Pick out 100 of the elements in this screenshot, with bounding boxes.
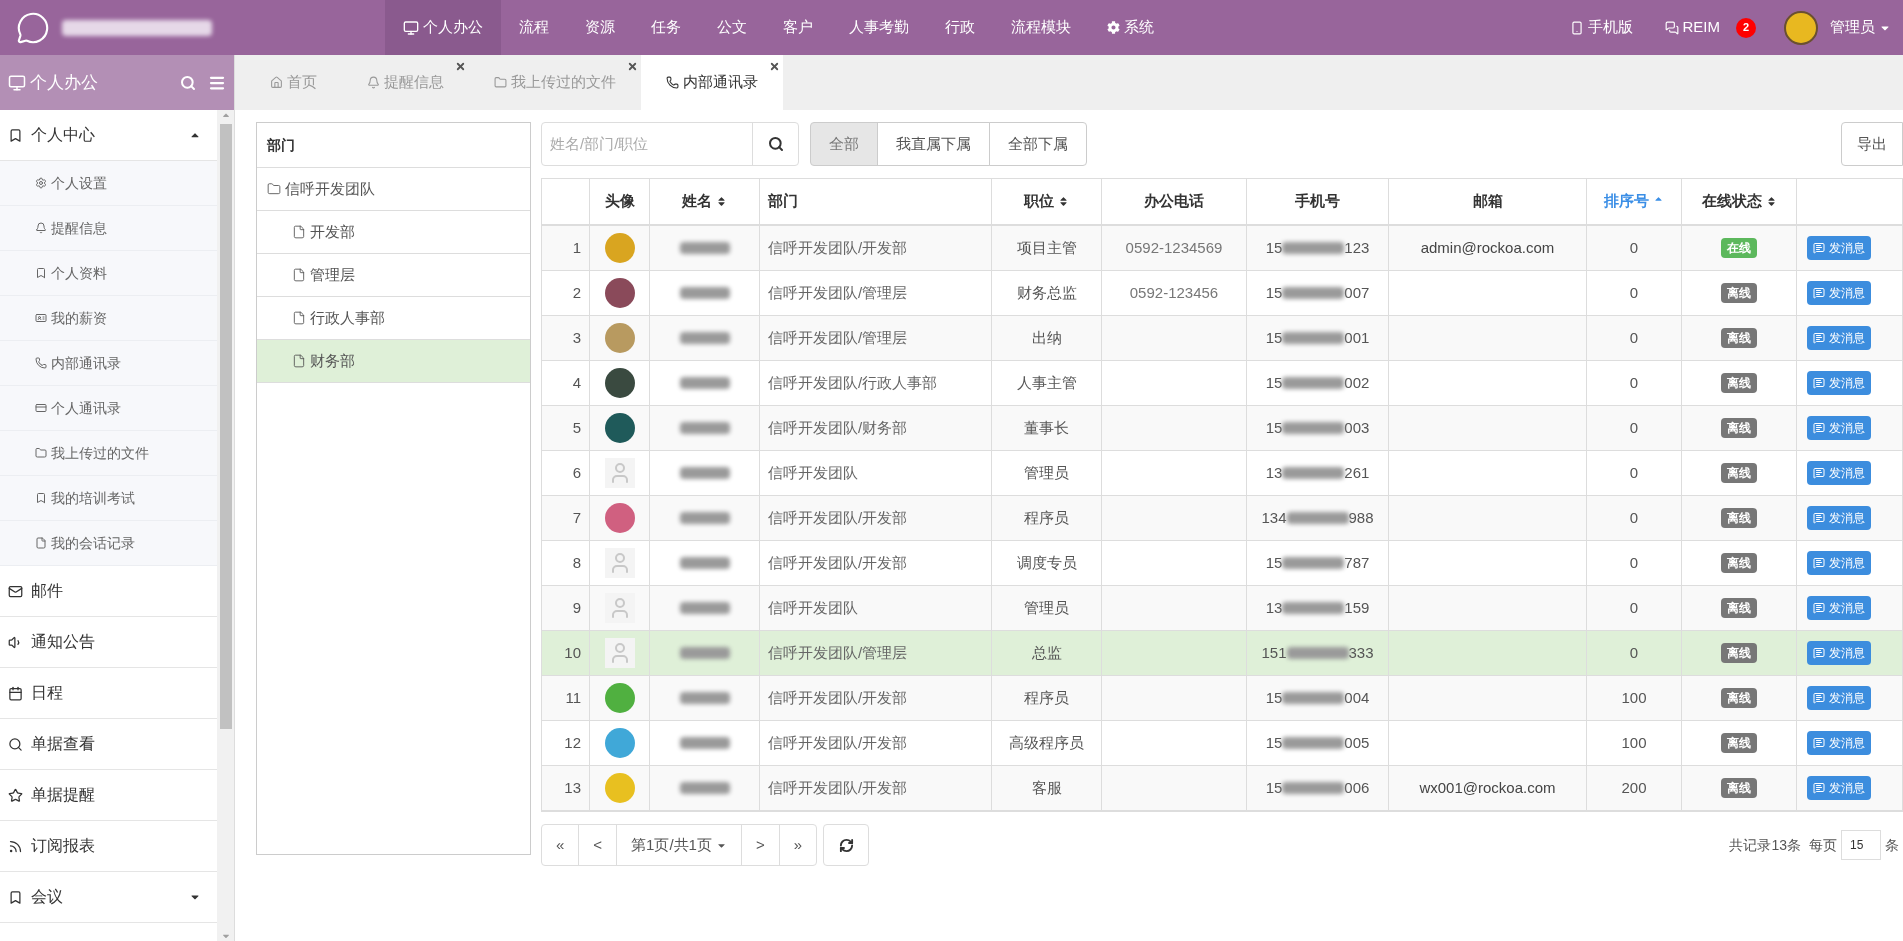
blurred-text [679, 512, 730, 524]
sidebar-subitem[interactable]: 提醒信息 [0, 206, 217, 251]
column-header[interactable]: 部门 [760, 179, 992, 224]
nav-item[interactable]: 行政 [927, 0, 993, 55]
close-icon[interactable] [455, 61, 466, 72]
table-cell-text: 13 [1265, 597, 1283, 618]
status-label: 离线 [1721, 643, 1757, 663]
chat-link[interactable]: REIM [1648, 16, 1736, 39]
close-icon[interactable] [627, 61, 638, 72]
blurred-text [679, 602, 730, 614]
search-icon [8, 736, 23, 752]
chat-bubble-icon [1813, 782, 1825, 794]
table-row[interactable]: 2 信呼开发团队/管理层 财务总监 0592-123456 15 007 0 离线 发消息 [542, 271, 1902, 316]
search-input[interactable]: 姓名/部门/职位 [542, 123, 752, 165]
sidebar-subitem[interactable]: 我上传过的文件 [0, 431, 217, 476]
sidebar-subitem[interactable]: 我的培训考试 [0, 476, 217, 521]
table-row[interactable]: 12 信呼开发团队/开发部 高级程序员 15 005 100 离线 发消息 [542, 721, 1902, 766]
table-row[interactable]: 9 信呼开发团队 管理员 13 159 0 离线 发消息 [542, 586, 1902, 631]
sidebar-subitem[interactable]: 我的会话记录 [0, 521, 217, 566]
table-cell-text: 15 [1265, 732, 1283, 753]
tree-item[interactable]: 财务部 [257, 340, 530, 383]
filter-button[interactable]: 全部 [810, 122, 878, 166]
column-header[interactable]: 头像 [590, 179, 650, 224]
blurred-text [679, 467, 730, 479]
table-cell-text: wx001@rockoa.com [1419, 777, 1556, 798]
blurred-text [679, 782, 730, 794]
record-count: 共记录13条 [1729, 835, 1801, 855]
search-icon [767, 136, 784, 152]
nav-item[interactable]: 人事考勤 [831, 0, 927, 55]
nav-item[interactable]: 任务 [633, 0, 699, 55]
column-header[interactable]: 姓名 [650, 179, 760, 224]
chat-bubble-icon [1813, 602, 1825, 614]
table-row[interactable]: 11 信呼开发团队/开发部 程序员 15 004 100 离线 发消息 [542, 676, 1902, 721]
table-row[interactable]: 4 信呼开发团队/行政人事部 人事主管 15 002 0 离线 发消息 [542, 361, 1902, 406]
table-cell-text: 15 [1265, 327, 1283, 348]
mobile-link[interactable]: 手机版 [1553, 16, 1649, 39]
id-card-icon [35, 312, 47, 324]
nav-item[interactable]: 资源 [567, 0, 633, 55]
search-icon[interactable] [180, 74, 196, 91]
table-row[interactable]: 8 信呼开发团队/开发部 调度专员 15 787 0 离线 发消息 [542, 541, 1902, 586]
column-header[interactable]: 办公电话 [1102, 179, 1247, 224]
blurred-text [1282, 557, 1345, 569]
last-page-button[interactable]: » [778, 824, 818, 866]
table-cell-text: 信呼开发团队/开发部 [768, 687, 908, 708]
table-row[interactable]: 5 信呼开发团队/财务部 董事长 15 003 0 离线 发消息 [542, 406, 1902, 451]
table-row[interactable]: 13 信呼开发团队/开发部 客服 15 006 wx001@rockoa.com 200 离线 发消息 [542, 766, 1902, 811]
row-number: 4 [542, 361, 590, 405]
next-page-button[interactable]: > [740, 824, 780, 866]
sidebar-subitem[interactable]: 个人资料 [0, 251, 217, 296]
user-avatar-icon [1784, 10, 1818, 45]
previous-page-button[interactable]: < [578, 824, 618, 866]
table-cell-text: 0592-1234569 [1125, 237, 1223, 258]
bookmark-icon [8, 889, 23, 905]
home-icon [270, 76, 283, 89]
sidebar-subitem[interactable]: 个人设置 [0, 161, 217, 206]
table-row[interactable]: 10 信呼开发团队/管理层 总监 151 333 0 离线 发消息 [542, 631, 1902, 676]
chat-bubble-icon [1813, 422, 1825, 434]
table-cell-text: 261 [1344, 462, 1370, 483]
nav-item[interactable]: 个人办公 [385, 0, 501, 55]
nav-item[interactable]: 公文 [699, 0, 765, 55]
table-cell-text: 159 [1344, 597, 1370, 618]
column-header[interactable]: 在线状态 [1682, 179, 1797, 224]
table-cell-text: 15 [1265, 372, 1283, 393]
nav-item[interactable]: 流程模块 [993, 0, 1089, 55]
table-cell-text: 333 [1348, 642, 1374, 663]
sidebar-subitem[interactable]: 我的薪资 [0, 296, 217, 341]
row-number: 7 [542, 496, 590, 540]
table-row[interactable]: 3 信呼开发团队/管理层 出纳 15 001 0 离线 发消息 [542, 316, 1902, 361]
sidebar-subitem[interactable]: 内部通讯录 [0, 341, 217, 386]
search-field[interactable]: 姓名/部门/职位 [541, 122, 799, 166]
table-row[interactable]: 1 信呼开发团队/开发部 项目主管 0592-1234569 15 123 admin@rockoa.com 0 在线 发消息 [542, 226, 1902, 271]
column-header[interactable]: 职位 [992, 179, 1102, 224]
nav-item[interactable]: 流程 [501, 0, 567, 55]
table-cell-text: 人事主管 [1016, 372, 1077, 393]
nav-item[interactable]: 系统 [1089, 0, 1172, 55]
per-page-field[interactable]: 15 [1841, 830, 1881, 860]
bookmark-icon [8, 127, 23, 143]
chat-bubble-icon [1813, 377, 1825, 389]
column-header[interactable]: 邮箱 [1389, 179, 1587, 224]
close-icon[interactable] [769, 61, 780, 72]
row-number: 9 [542, 586, 590, 630]
table-row[interactable]: 6 信呼开发团队 管理员 13 261 0 离线 发消息 [542, 451, 1902, 496]
row-number: 11 [542, 676, 590, 720]
user-menu[interactable]: 管理员 [1818, 16, 1903, 39]
export-button[interactable]: 导出 [1841, 122, 1903, 166]
first-page-button[interactable]: « [541, 824, 580, 866]
page-select[interactable]: 第1页/共1页 [616, 824, 742, 866]
rss-icon [8, 838, 23, 854]
sidebar-subitem[interactable]: 个人通讯录 [0, 386, 217, 431]
refresh-button[interactable] [823, 824, 870, 866]
column-header[interactable]: 手机号 [1247, 179, 1389, 224]
tab[interactable]: 内部通讯录 [641, 55, 783, 110]
file-icon [292, 354, 306, 368]
filter-button[interactable]: 我直属下属 [877, 122, 990, 166]
table-cell-text: 信呼开发团队 [768, 462, 858, 483]
table-row[interactable]: 7 信呼开发团队/开发部 程序员 134 988 0 离线 发消息 [542, 496, 1902, 541]
calendar-icon [8, 685, 23, 701]
nav-item[interactable]: 客户 [765, 0, 831, 55]
filter-button[interactable]: 全部下属 [989, 122, 1087, 166]
scrollbar-thumb[interactable] [219, 124, 232, 729]
